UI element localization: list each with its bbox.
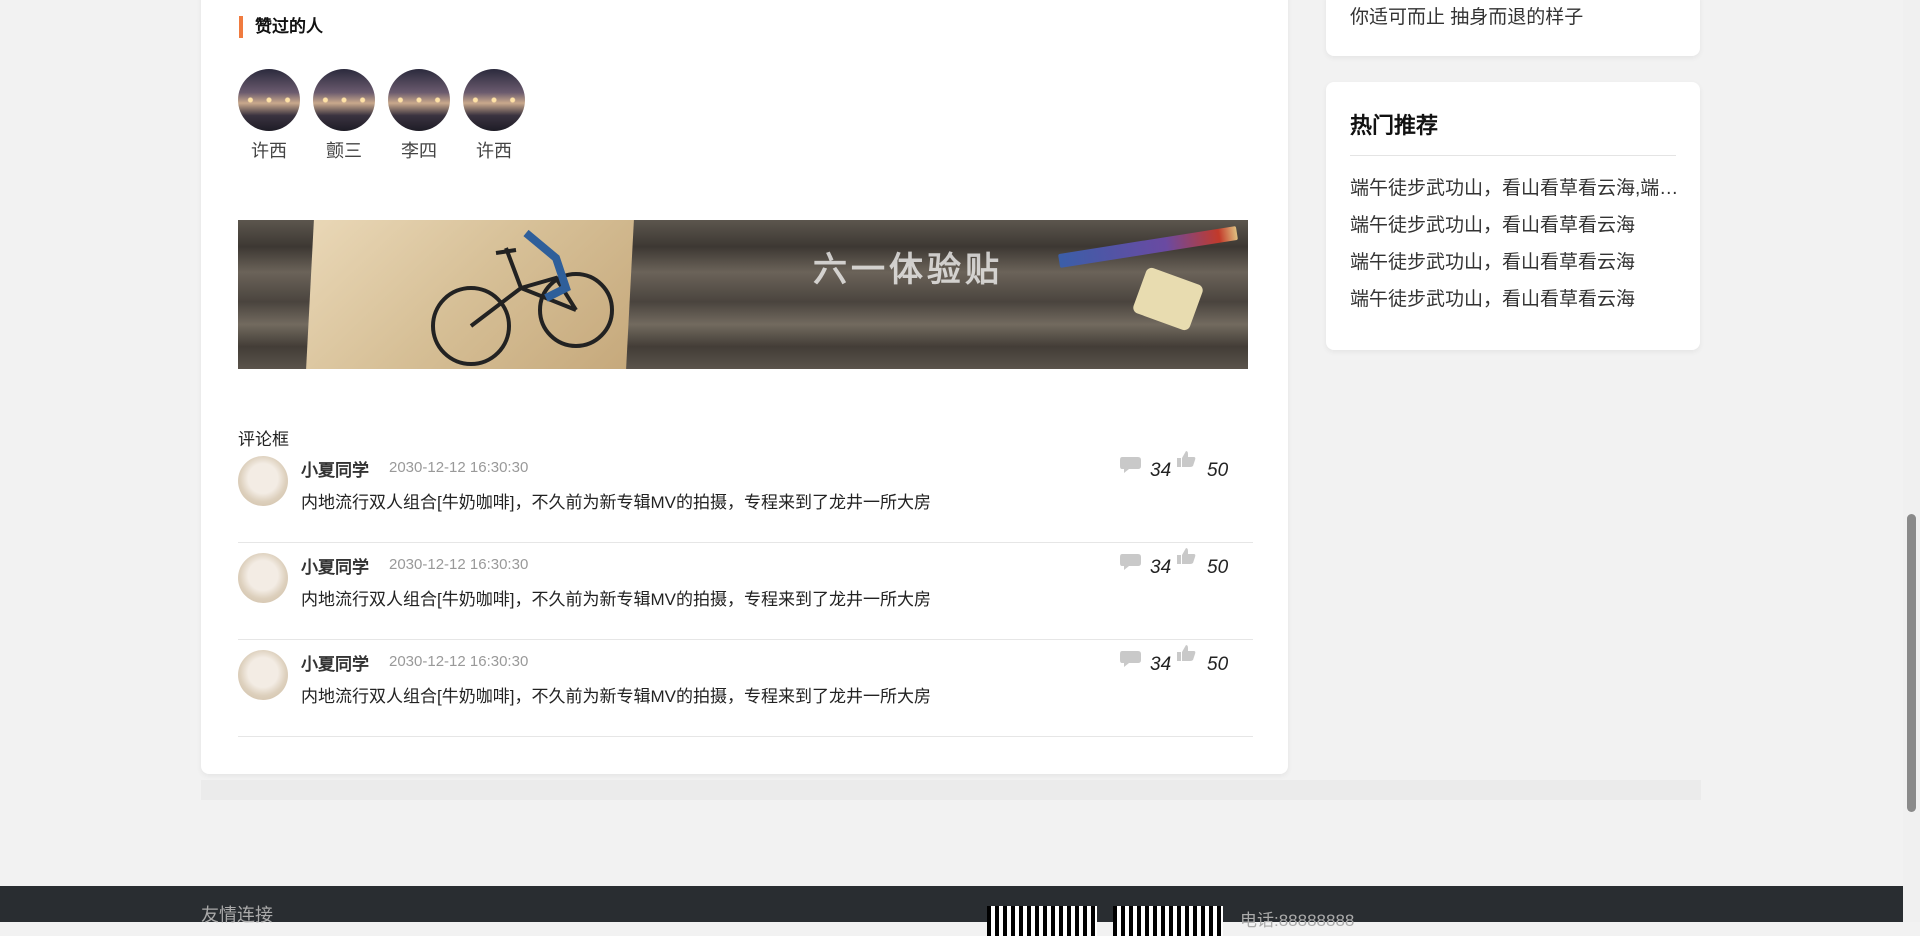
scrollbar-thumb[interactable] xyxy=(1907,514,1916,812)
comment-item: 小夏同学 2030-12-12 16:30:30 内地流行双人组合[牛奶咖啡]，… xyxy=(238,446,1253,543)
eraser-image xyxy=(1131,266,1205,332)
avatar[interactable] xyxy=(463,69,525,131)
avatar[interactable] xyxy=(238,69,300,131)
hot-recommendation-link[interactable]: 端午徒步武功山，看山看草看云海 xyxy=(1350,213,1680,250)
liked-user[interactable]: 许西 xyxy=(463,69,525,163)
comment-count: 34 xyxy=(1150,557,1172,578)
avatar[interactable] xyxy=(388,69,450,131)
comment-timestamp: 2030-12-12 16:30:30 xyxy=(389,653,529,670)
comment-username[interactable]: 小夏同学 xyxy=(301,553,369,578)
comment-timestamp: 2030-12-12 16:30:30 xyxy=(389,556,529,573)
sidebar-quote-text: 你适可而止 抽身而退的样子 xyxy=(1350,7,1584,28)
article-detail-card: 赞过的人 许西 颤三 李四 许西 六一体验贴 评论框 小夏同学 2030-12-… xyxy=(201,0,1288,774)
pencil-image xyxy=(1058,226,1238,268)
content-bottom-band xyxy=(201,780,1701,800)
page-scrollbar[interactable] xyxy=(1903,0,1920,922)
sidebar-quote-card: 你适可而止 抽身而退的样子 xyxy=(1326,0,1700,56)
liked-user[interactable]: 许西 xyxy=(238,69,300,163)
avatar[interactable] xyxy=(238,456,288,506)
friend-links-title: 友情连接 xyxy=(201,905,273,925)
comment-item: 小夏同学 2030-12-12 16:30:30 内地流行双人组合[牛奶咖啡]，… xyxy=(238,543,1253,640)
comment-username[interactable]: 小夏同学 xyxy=(301,650,369,675)
liked-users-list: 许西 颤三 李四 许西 xyxy=(238,69,538,163)
liked-user[interactable]: 颤三 xyxy=(313,69,375,163)
comment-icon[interactable] xyxy=(1119,650,1143,668)
comment-text: 内地流行双人组合[牛奶咖啡]，不久前为新专辑MV的拍摄，专程来到了龙井一所大房 xyxy=(301,590,931,609)
hot-recommendations-list: 端午徒步武功山，看山看草看云海,端午徒步武功山 端午徒步武功山，看山看草看云海 … xyxy=(1350,176,1680,324)
liked-user-name: 颤三 xyxy=(326,141,362,161)
thumbs-up-icon[interactable] xyxy=(1175,547,1199,565)
site-footer: 友情连接 电话:88888888 xyxy=(0,886,1920,936)
promo-banner[interactable]: 六一体验贴 xyxy=(238,220,1248,369)
liked-section-title: 赞过的人 xyxy=(239,16,323,38)
hot-recommendations-title: 热门推荐 xyxy=(1350,113,1439,138)
liked-user-name: 李四 xyxy=(401,141,437,161)
comment-icon[interactable] xyxy=(1119,553,1143,571)
hot-recommendations-card: 热门推荐 端午徒步武功山，看山看草看云海,端午徒步武功山 端午徒步武功山，看山看… xyxy=(1326,82,1700,350)
like-count: 50 xyxy=(1207,557,1229,578)
qr-code-image xyxy=(1113,906,1223,936)
comment-list: 小夏同学 2030-12-12 16:30:30 内地流行双人组合[牛奶咖啡]，… xyxy=(238,446,1253,737)
comment-icon[interactable] xyxy=(1119,456,1143,474)
comment-timestamp: 2030-12-12 16:30:30 xyxy=(389,459,529,476)
bicycle-illustration xyxy=(431,229,614,366)
divider xyxy=(1350,155,1676,156)
hot-recommendation-link[interactable]: 端午徒步武功山，看山看草看云海 xyxy=(1350,287,1680,324)
avatar[interactable] xyxy=(238,650,288,700)
thumbs-up-icon[interactable] xyxy=(1175,644,1199,662)
comment-count: 34 xyxy=(1150,460,1172,481)
liked-user[interactable]: 李四 xyxy=(388,69,450,163)
qr-code-image xyxy=(987,906,1097,936)
like-count: 50 xyxy=(1207,654,1229,675)
hot-recommendation-link[interactable]: 端午徒步武功山，看山看草看云海 xyxy=(1350,250,1680,287)
avatar[interactable] xyxy=(313,69,375,131)
like-count: 50 xyxy=(1207,460,1229,481)
banner-caption: 六一体验贴 xyxy=(813,250,1003,290)
footer-phone: 电话:88888888 xyxy=(1240,911,1355,930)
comment-text: 内地流行双人组合[牛奶咖啡]，不久前为新专辑MV的拍摄，专程来到了龙井一所大房 xyxy=(301,687,931,706)
liked-user-name: 许西 xyxy=(476,141,512,161)
hot-recommendation-link[interactable]: 端午徒步武功山，看山看草看云海,端午徒步武功山 xyxy=(1350,176,1680,213)
liked-user-name: 许西 xyxy=(251,141,287,161)
comment-username[interactable]: 小夏同学 xyxy=(301,456,369,481)
thumbs-up-icon[interactable] xyxy=(1175,450,1199,468)
comment-text: 内地流行双人组合[牛奶咖啡]，不久前为新专辑MV的拍摄，专程来到了龙井一所大房 xyxy=(301,493,931,512)
comment-item: 小夏同学 2030-12-12 16:30:30 内地流行双人组合[牛奶咖啡]，… xyxy=(238,640,1253,737)
comment-count: 34 xyxy=(1150,654,1172,675)
avatar[interactable] xyxy=(238,553,288,603)
